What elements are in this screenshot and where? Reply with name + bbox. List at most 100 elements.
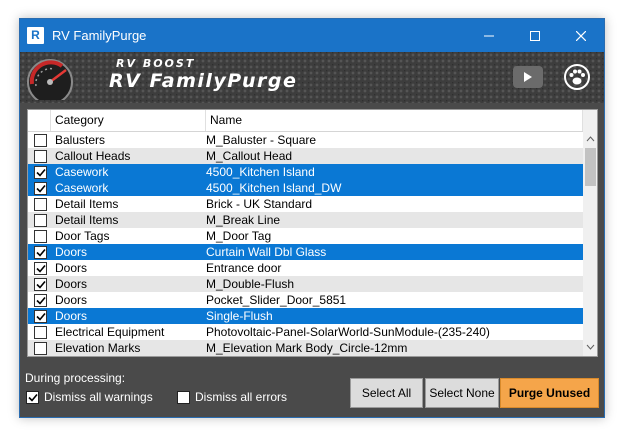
dismiss-errors-checkbox[interactable] bbox=[177, 390, 190, 404]
cell-category: Doors bbox=[55, 277, 88, 291]
table-row[interactable]: Balusters M_Baluster - Square bbox=[28, 132, 583, 148]
brand-subtitle: RV BOOST bbox=[116, 57, 196, 70]
row-checkbox[interactable] bbox=[34, 278, 47, 291]
cell-category: Casework bbox=[55, 165, 109, 179]
table-row[interactable]: Elevation MarksM_Elevation Mark Pointer_… bbox=[28, 356, 583, 357]
dismiss-errors-option[interactable]: Dismiss all errors bbox=[177, 390, 287, 404]
row-checkbox[interactable] bbox=[34, 230, 47, 243]
row-checkbox[interactable] bbox=[34, 150, 47, 163]
paw-logo-icon[interactable] bbox=[563, 63, 591, 91]
cell-name: M_Break Line bbox=[206, 213, 281, 227]
dismiss-errors-label: Dismiss all errors bbox=[195, 390, 288, 404]
purge-unused-button[interactable]: Purge Unused bbox=[500, 378, 599, 408]
brand-title: RV FamilyPurge bbox=[109, 70, 298, 92]
checkmark-icon bbox=[35, 312, 46, 321]
row-checkbox[interactable] bbox=[34, 246, 47, 259]
cell-name: Entrance door bbox=[206, 261, 282, 275]
grid-header: Category Name bbox=[28, 110, 583, 132]
maximize-icon bbox=[530, 30, 540, 41]
cell-name: 4500_Kitchen Island bbox=[206, 165, 315, 179]
table-row[interactable]: Casework 4500_Kitchen Island_DW bbox=[28, 180, 583, 196]
row-checkbox[interactable] bbox=[34, 166, 47, 179]
chevron-up-icon bbox=[586, 136, 595, 142]
close-icon bbox=[576, 30, 586, 41]
cell-name: M_Elevation Mark Pointer_Circle bbox=[206, 356, 582, 357]
table-row[interactable]: Electrical Equipment Photovoltaic-Panel-S… bbox=[28, 324, 583, 340]
table-row[interactable]: Detail Items Brick - UK Standard bbox=[28, 196, 583, 212]
dismiss-warnings-checkbox[interactable] bbox=[26, 390, 39, 404]
chevron-down-icon bbox=[586, 344, 595, 350]
cell-category: Elevation Marks bbox=[55, 341, 141, 355]
window-title: RV FamilyPurge bbox=[52, 28, 147, 43]
cell-category: Detail Items bbox=[55, 213, 119, 227]
vertical-scrollbar[interactable] bbox=[583, 110, 597, 356]
title-bar[interactable]: R RV FamilyPurge bbox=[20, 19, 604, 52]
cell-category: Casework bbox=[55, 181, 109, 195]
scroll-up-button[interactable] bbox=[583, 132, 597, 146]
table-row[interactable]: Doors M_Double-Flush bbox=[28, 276, 583, 292]
column-header-name[interactable]: Name bbox=[206, 110, 583, 131]
close-button[interactable] bbox=[558, 19, 604, 52]
dismiss-warnings-option[interactable]: Dismiss all warnings bbox=[26, 390, 153, 404]
table-row[interactable]: Casework 4500_Kitchen Island bbox=[28, 164, 583, 180]
cell-name: M_Callout Head bbox=[206, 149, 293, 163]
cell-name: Photovoltaic-Panel-SolarWorld-SunModule-… bbox=[206, 325, 490, 339]
minimize-button[interactable] bbox=[466, 19, 512, 52]
row-checkbox[interactable] bbox=[34, 326, 47, 339]
row-checkbox[interactable] bbox=[34, 342, 47, 355]
dismiss-warnings-label: Dismiss all warnings bbox=[44, 390, 153, 404]
table-row[interactable]: Doors Curtain Wall Dbl Glass bbox=[28, 244, 583, 260]
cell-category: Doors bbox=[55, 245, 88, 259]
app-window: R RV FamilyPurge RV BOOST RV FamilyPurge bbox=[19, 18, 605, 418]
cell-name: Single-Flush bbox=[206, 309, 273, 323]
row-checkbox[interactable] bbox=[34, 310, 47, 323]
cell-category: Electrical Equipment bbox=[55, 325, 165, 339]
select-none-button[interactable]: Select None bbox=[425, 378, 499, 408]
row-checkbox[interactable] bbox=[34, 134, 47, 147]
grid-rows: Balusters M_Baluster - Square Callout Head… bbox=[28, 132, 583, 357]
cell-category: Elevation Marks bbox=[55, 356, 205, 357]
column-header-category[interactable]: Category bbox=[51, 110, 206, 131]
cell-category: Detail Items bbox=[55, 197, 119, 211]
cell-name: M_Baluster - Square bbox=[206, 133, 317, 147]
maximize-button[interactable] bbox=[512, 19, 558, 52]
cell-category: Doors bbox=[55, 309, 88, 323]
cell-name: Pocket_Slider_Door_5851 bbox=[206, 293, 347, 307]
table-row[interactable]: Detail Items M_Break Line bbox=[28, 212, 583, 228]
checkmark-icon bbox=[35, 296, 46, 305]
header-checkbox-column bbox=[28, 110, 51, 131]
minimize-icon bbox=[484, 35, 494, 36]
table-row[interactable]: Doors Entrance door bbox=[28, 260, 583, 276]
checkmark-icon bbox=[27, 393, 38, 402]
cell-name: M_Double-Flush bbox=[206, 277, 295, 291]
checkmark-icon bbox=[35, 168, 46, 177]
select-all-button[interactable]: Select All bbox=[350, 378, 423, 408]
scroll-thumb[interactable] bbox=[585, 148, 596, 186]
cell-category: Doors bbox=[55, 261, 88, 275]
scroll-down-button[interactable] bbox=[583, 340, 597, 354]
row-checkbox[interactable] bbox=[34, 214, 47, 227]
table-row[interactable]: Doors Pocket_Slider_Door_5851 bbox=[28, 292, 583, 308]
row-checkbox[interactable] bbox=[34, 198, 47, 211]
video-tutorial-button[interactable] bbox=[513, 66, 543, 88]
cell-category: Balusters bbox=[55, 133, 106, 147]
checkmark-icon bbox=[35, 264, 46, 273]
row-checkbox[interactable] bbox=[34, 182, 47, 195]
table-row[interactable]: Doors Single-Flush bbox=[28, 308, 583, 324]
table-row[interactable]: Door Tags M_Door Tag bbox=[28, 228, 583, 244]
table-row[interactable]: Callout Heads M_Callout Head bbox=[28, 148, 583, 164]
cell-name: 4500_Kitchen Island_DW bbox=[206, 181, 342, 195]
processing-label: During processing: bbox=[25, 371, 126, 385]
speedometer-logo-icon bbox=[27, 59, 73, 100]
cell-name: Brick - UK Standard bbox=[206, 197, 313, 211]
checkmark-icon bbox=[35, 248, 46, 257]
cell-name: M_Elevation Mark Body_Circle-12mm bbox=[206, 341, 408, 355]
play-icon bbox=[524, 72, 532, 82]
cell-category: Callout Heads bbox=[55, 149, 131, 163]
cell-category: Door Tags bbox=[55, 229, 110, 243]
table-row[interactable]: Elevation Marks M_Elevation Mark Body_Cir… bbox=[28, 340, 583, 356]
cell-name: Curtain Wall Dbl Glass bbox=[206, 245, 327, 259]
row-checkbox[interactable] bbox=[34, 262, 47, 275]
row-checkbox[interactable] bbox=[34, 294, 47, 307]
family-grid[interactable]: Category Name Balusters M_Baluster - Squa… bbox=[27, 109, 598, 357]
